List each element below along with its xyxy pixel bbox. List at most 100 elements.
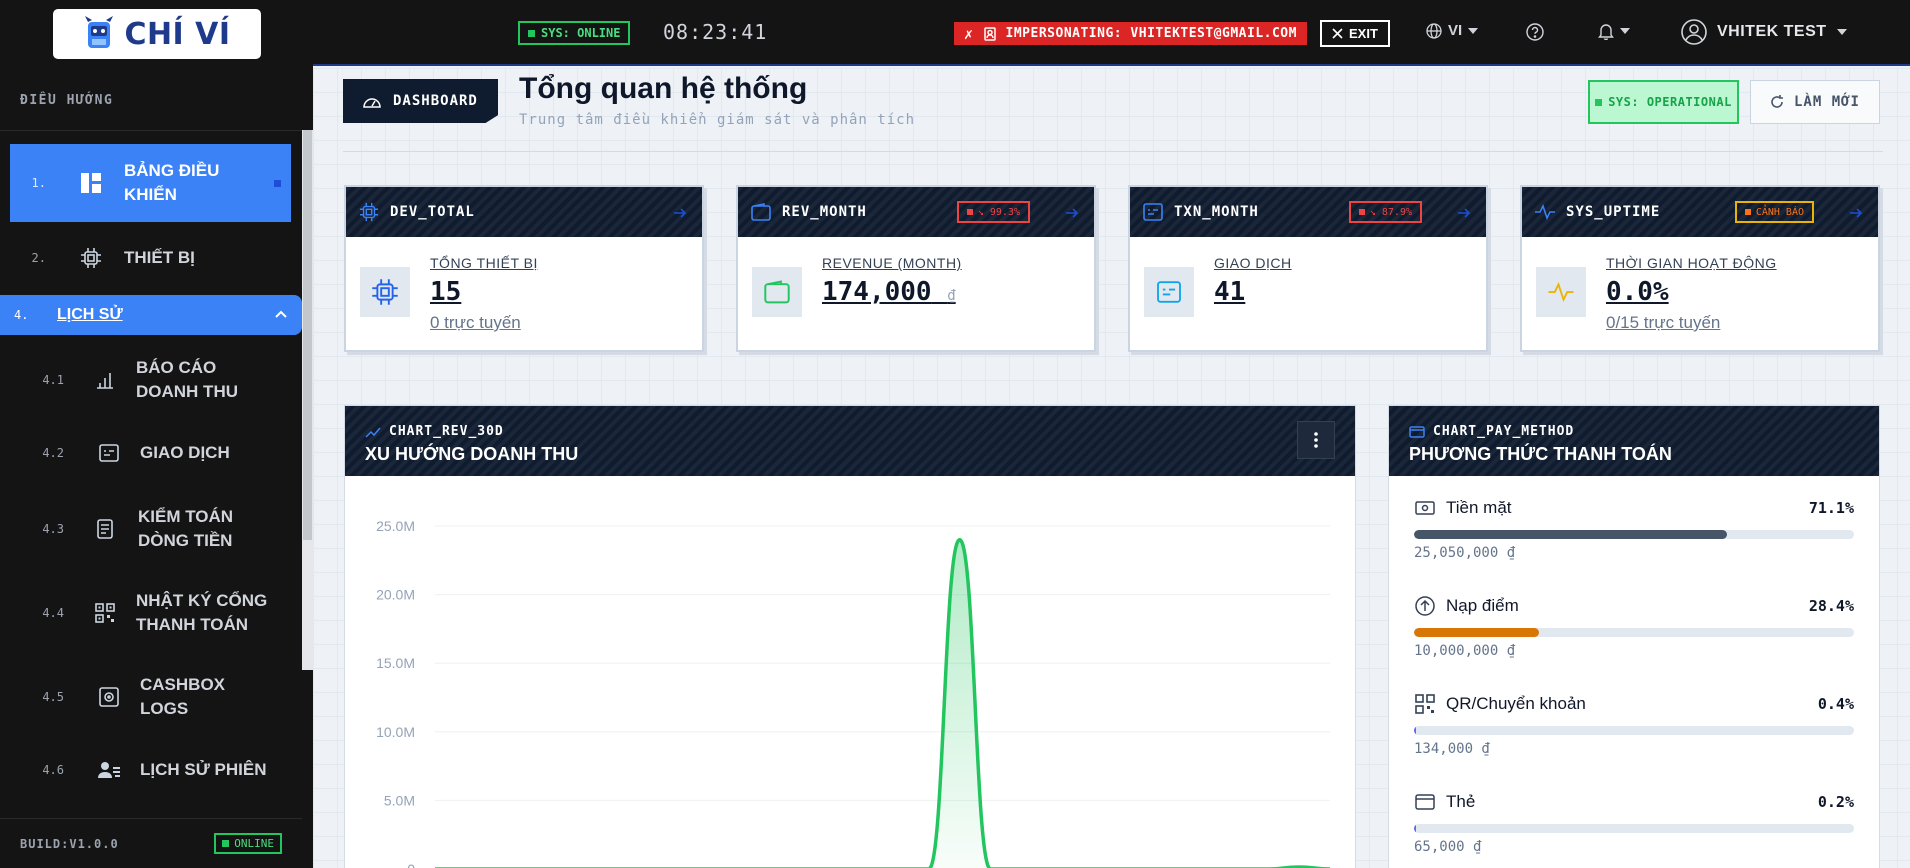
payment-method-row: Nạp điểm 28.4% 10,000,000 ₫ — [1414, 594, 1854, 659]
sidebar-item-number: 4.4 — [42, 606, 64, 620]
dashboard-icon — [78, 170, 104, 196]
arrow-up-circle-icon — [1414, 596, 1436, 616]
qr-icon — [92, 600, 118, 626]
stat-card-uptime[interactable]: SYS_UPTIME CẢNH BÁO THỜI GIAN HOẠT ĐỘNG … — [1520, 185, 1880, 352]
sidebar-item-number: 4. — [14, 308, 29, 322]
dashboard-tag-text: DASHBOARD — [393, 93, 478, 109]
sidebar-item-number: 4.1 — [42, 373, 64, 387]
revenue-line[interactable] — [435, 537, 1331, 868]
payment-method-name: Tiền mặt — [1414, 498, 1512, 518]
revenue-trend-panel: CHART_REV_30D XU HƯỚNG DOANH THU 0 5.0M 10… — [344, 405, 1356, 868]
sidebar-item-label: LỊCH SỬ PHIÊN — [140, 760, 267, 779]
payment-method-row: Tiền mặt 71.1% 25,050,000 ₫ — [1414, 496, 1854, 561]
trend-badge: ↘ 87.9% — [1348, 201, 1422, 223]
sidebar-item-label: BÁO CÁO DOANH THU — [136, 358, 238, 401]
close-icon[interactable]: ✗ — [964, 25, 974, 43]
panel-header: CHART_PAY_METHOD PHƯƠNG THỨC THANH TOÁN — [1389, 406, 1879, 476]
card-body: REVENUE (MONTH) 174,000 ₫ — [738, 237, 1094, 352]
payment-method-percent: 71.1% — [1808, 499, 1854, 517]
sidebar-item-label: GIAO DỊCH — [140, 443, 230, 462]
refresh-icon — [1771, 95, 1783, 108]
pulse-icon — [1536, 267, 1586, 317]
nav-heading: ĐIỀU HƯỚNG — [20, 93, 114, 108]
warning-text: CẢNH BÁO — [1755, 206, 1804, 218]
exit-impersonation-button[interactable]: EXIT — [1320, 20, 1390, 47]
refresh-button[interactable]: LÀM MỚI — [1750, 80, 1880, 124]
impersonation-text: IMPERSONATING: VHITEKTEST@GMAIL.COM — [1005, 26, 1297, 41]
arrow-right-icon[interactable] — [674, 205, 687, 223]
receipt-icon — [1144, 267, 1194, 317]
card-value: 41 — [1214, 277, 1246, 307]
trend-icon — [365, 427, 381, 438]
scrollbar-thumb[interactable] — [303, 130, 312, 540]
impersonation-banner: ✗ IMPERSONATING: VHITEKTEST@GMAIL.COM — [954, 22, 1307, 45]
notifications-button[interactable] — [1598, 22, 1630, 40]
card-label: TỔNG THIẾT BỊ — [430, 255, 538, 271]
sidebar-item-gateway-log[interactable]: 4.4 NHẬT KÝ CỔNG THANH TOÁN — [0, 588, 300, 638]
trend-text: ↘ 87.9% — [1369, 206, 1412, 218]
sidebar-item-number: 1. — [31, 176, 46, 190]
chart-menu-button[interactable] — [1297, 421, 1335, 459]
card-code: SYS_UPTIME — [1566, 204, 1661, 220]
logo[interactable]: CHÍ VÍ — [52, 9, 261, 59]
sidebar-item-number: 4.6 — [42, 763, 64, 777]
sidebar-item-label: LỊCH SỬ — [57, 306, 123, 323]
sidebar-item-session-history[interactable]: 4.6 LỊCH SỬ PHIÊN — [0, 755, 300, 785]
refresh-label: LÀM MỚI — [1793, 94, 1860, 110]
qr-icon — [1414, 694, 1436, 714]
sidebar-item-cashbox-logs[interactable]: 4.5 CASHBOX LOGS — [0, 672, 300, 722]
card-label: REVENUE (MONTH) — [822, 255, 962, 271]
trend-dot-icon — [966, 209, 973, 215]
status-dot-icon — [1595, 98, 1603, 106]
panel-title: PHƯƠNG THỨC THANH TOÁN — [1409, 444, 1672, 464]
y-tick-label: 0 — [407, 861, 415, 868]
panel-title: XU HƯỚNG DOANH THU — [365, 444, 579, 464]
nav-divider — [0, 130, 302, 131]
wallet-icon — [750, 201, 772, 223]
sidebar-item-number: 4.3 — [42, 522, 64, 536]
exit-label: EXIT — [1349, 26, 1378, 41]
sidebar-item-number: 4.5 — [42, 690, 64, 704]
chip-icon — [78, 245, 104, 271]
sidebar-item-number: 4.2 — [42, 446, 64, 460]
arrow-right-icon[interactable] — [1458, 205, 1471, 223]
language-selector[interactable]: VI — [1426, 22, 1479, 39]
chevron-down-icon — [1468, 27, 1479, 34]
payment-method-amount: 10,000,000 ₫ — [1414, 643, 1516, 659]
sidebar-item-transactions[interactable]: 4.2 GIAO DỊCH — [0, 438, 300, 468]
help-button[interactable] — [1526, 23, 1544, 46]
sidebar-item-devices[interactable]: 2. THIẾT BỊ — [10, 238, 291, 278]
stat-card-revenue[interactable]: REV_MONTH ↘ 99.3% REVENUE (MONTH) 174,00… — [736, 185, 1096, 352]
revenue-area — [929, 539, 1315, 868]
sidebar-scrollbar[interactable] — [302, 130, 313, 670]
arrow-right-icon[interactable] — [1850, 205, 1863, 223]
trend-badge: ↘ 99.3% — [956, 201, 1030, 223]
card-code: DEV_TOTAL — [390, 204, 475, 220]
payment-method-percent: 0.4% — [1817, 695, 1854, 713]
card-icon — [1409, 425, 1425, 438]
sidebar-item-dashboard[interactable]: 1. BẢNG ĐIỀU KHIỂN — [10, 144, 291, 222]
stat-card-devices[interactable]: DEV_TOTAL TỔNG THIẾT BỊ 15 0 trực tuyến — [344, 185, 704, 352]
sidebar-item-cashflow-audit[interactable]: 4.3 KIỂM TOÁN DÒNG TIỀN — [0, 504, 300, 554]
revenue-chart[interactable]: 0 5.0M 10.0M 15.0M 20.0M 25.0M — [345, 476, 1355, 868]
payment-method-bar — [1414, 726, 1854, 735]
sys-operational-text: SYS: OPERATIONAL — [1608, 95, 1732, 109]
safe-icon — [96, 684, 122, 710]
arrow-right-icon[interactable] — [1066, 205, 1079, 223]
card-body: GIAO DỊCH 41 — [1130, 237, 1486, 352]
card-label: GIAO DỊCH — [1214, 255, 1292, 271]
payment-method-row: QR/Chuyển khoản 0.4% 134,000 ₫ — [1414, 692, 1854, 757]
sys-online-text: SYS: ONLINE — [541, 26, 621, 40]
payment-method-label: QR/Chuyển khoản — [1446, 694, 1586, 713]
card-code: TXN_MONTH — [1174, 204, 1259, 220]
stat-card-transactions[interactable]: TXN_MONTH ↘ 87.9% GIAO DỊCH 41 — [1128, 185, 1488, 352]
card-code: REV_MONTH — [782, 204, 867, 220]
avatar-icon — [1681, 19, 1707, 45]
payment-method-header: QR/Chuyển khoản 0.4% — [1414, 692, 1854, 716]
user-menu[interactable]: VHITEK TEST — [1681, 19, 1847, 45]
sidebar-item-history[interactable]: 4. LỊCH SỬ — [0, 295, 302, 335]
help-icon — [1526, 23, 1544, 41]
payment-method-bar-fill — [1414, 628, 1539, 637]
sidebar-item-revenue-report[interactable]: 4.1 BÁO CÁO DOANH THU — [0, 355, 300, 405]
card-label: THỜI GIAN HOẠT ĐỘNG — [1606, 255, 1777, 271]
